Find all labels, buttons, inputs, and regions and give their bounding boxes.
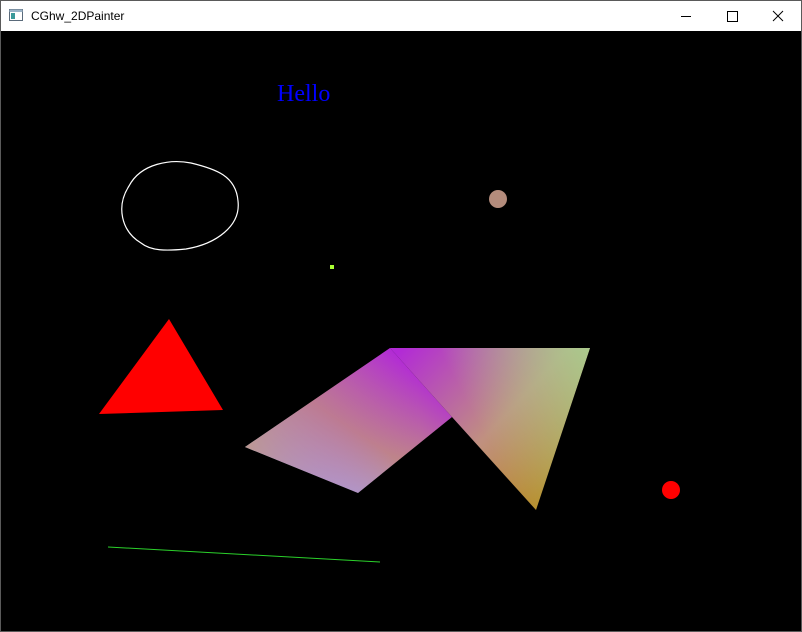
window-app-icon: [9, 9, 23, 21]
tan-circle: [489, 190, 507, 208]
green-line: [107, 546, 381, 563]
minimize-button[interactable]: [663, 1, 709, 31]
window-title: CGhw_2DPainter: [31, 9, 125, 23]
maximize-icon: [727, 11, 738, 22]
close-icon: [772, 10, 784, 22]
minimize-icon: [681, 16, 691, 17]
canvas-shapes: [99, 161, 680, 563]
app-window: CGhw_2DPainter Hello: [0, 0, 802, 632]
maximize-button[interactable]: [709, 1, 755, 31]
title-bar[interactable]: CGhw_2DPainter: [1, 1, 801, 31]
freehand-outline: [121, 161, 239, 251]
green-point: [330, 265, 334, 269]
drawing-canvas[interactable]: Hello: [1, 31, 801, 631]
red-triangle: [99, 319, 223, 414]
red-dot: [662, 481, 680, 499]
close-button[interactable]: [755, 1, 801, 31]
